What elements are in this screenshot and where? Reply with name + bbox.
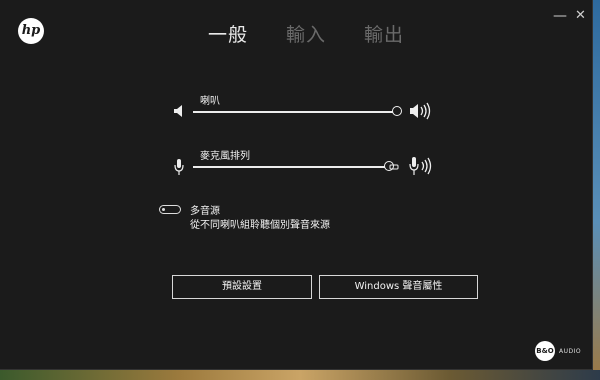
microphone-label: 麥克風排列 bbox=[200, 151, 250, 162]
audio-label: AUDIO bbox=[559, 348, 582, 355]
microphone-slider-track[interactable] bbox=[193, 166, 389, 168]
tab-input[interactable]: 輸入 bbox=[286, 20, 326, 47]
windows-sound-properties-button[interactable]: Windows 聲音屬性 bbox=[319, 275, 478, 299]
microphone-icon bbox=[174, 159, 184, 175]
speaker-low-icon bbox=[174, 105, 182, 117]
preset-button[interactable]: 預設設置 bbox=[172, 275, 312, 299]
bo-audio-logo: B&O bbox=[535, 341, 555, 361]
multi-source-title: 多音源 bbox=[190, 206, 220, 217]
speaker-slider-thumb[interactable] bbox=[392, 106, 402, 116]
multi-source-toggle[interactable] bbox=[159, 205, 181, 214]
desktop-background bbox=[593, 0, 600, 370]
tab-output[interactable]: 輸出 bbox=[364, 20, 404, 47]
hp-logo: hp bbox=[18, 18, 44, 44]
toggle-knob bbox=[162, 207, 165, 211]
close-button[interactable]: ✕ bbox=[575, 8, 586, 24]
microphone-high-icon bbox=[409, 157, 432, 175]
mute-toggle-icon[interactable] bbox=[389, 163, 401, 171]
speaker-slider-track[interactable] bbox=[193, 111, 397, 113]
speaker-high-icon bbox=[410, 102, 431, 120]
minimize-button[interactable]: — bbox=[553, 8, 567, 24]
desktop-background-strip bbox=[0, 370, 600, 380]
multi-source-description: 從不同喇叭組聆聽個別聲音來源 bbox=[190, 220, 330, 231]
speaker-label: 喇叭 bbox=[200, 96, 220, 107]
app-window: hp — ✕ 一般 輸入 輸出 喇叭 麥克風排列 多音源 從不同喇叭組聆聽個別聲… bbox=[0, 0, 593, 370]
tab-general[interactable]: 一般 bbox=[208, 20, 248, 47]
